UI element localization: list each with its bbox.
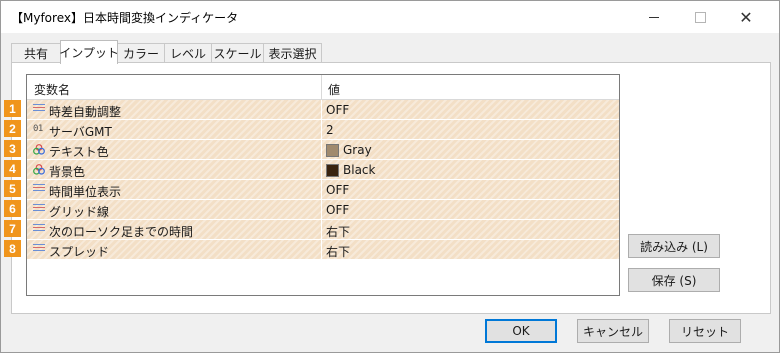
row-number-badge: 6	[4, 200, 21, 217]
lines-icon	[33, 244, 45, 255]
row-value[interactable]: Gray	[326, 143, 372, 157]
column-divider	[321, 120, 322, 139]
row-name: 時差自動調整	[49, 105, 122, 119]
row-number-badge: 7	[4, 220, 21, 237]
tab-common[interactable]: 共有	[11, 43, 61, 63]
input-row[interactable]: グリッド線 OFF	[27, 200, 619, 220]
lines-icon	[33, 224, 45, 235]
header-variable: 変数名	[34, 83, 71, 97]
column-divider	[321, 220, 322, 239]
maximize-button[interactable]	[677, 1, 723, 33]
grid-header: 変数名 値	[27, 75, 619, 100]
tab-levels[interactable]: レベル	[164, 43, 212, 63]
window-title: 【Myforex】日本時間変換インディケータ	[11, 11, 239, 25]
row-value[interactable]: 2	[326, 123, 334, 137]
number-icon: 01	[33, 124, 43, 134]
reset-button[interactable]: リセット	[669, 319, 741, 343]
row-value[interactable]: 右下	[326, 243, 350, 260]
input-row[interactable]: 01 サーバGMT 2	[27, 120, 619, 140]
tab-scale[interactable]: スケール	[211, 43, 264, 63]
column-divider	[321, 200, 322, 219]
tab-visualization[interactable]: 表示選択	[263, 43, 322, 63]
row-number-badge: 2	[4, 120, 21, 137]
row-number-badge: 4	[4, 160, 21, 177]
minimize-button[interactable]	[631, 1, 677, 33]
row-value[interactable]: Black	[326, 163, 375, 177]
row-value-text: OFF	[326, 203, 350, 217]
dialog-window: 【Myforex】日本時間変換インディケータ ✕ 共有 インプット カラー レベ…	[0, 0, 780, 353]
row-value-text: OFF	[326, 183, 350, 197]
row-value[interactable]: OFF	[326, 203, 349, 217]
input-row[interactable]: 背景色 Black	[27, 160, 619, 180]
row-value-text: 2	[326, 123, 334, 137]
column-divider	[321, 160, 322, 179]
row-value-text: 右下	[326, 225, 351, 239]
row-number-badge: 1	[4, 100, 21, 117]
close-button[interactable]: ✕	[723, 1, 769, 33]
save-button[interactable]: 保存 (S)	[628, 268, 720, 292]
cancel-button[interactable]: キャンセル	[577, 319, 649, 343]
input-row[interactable]: 時間単位表示 OFF	[27, 180, 619, 200]
minimize-icon	[649, 16, 659, 18]
tab-inputs[interactable]: インプット	[59, 40, 119, 64]
row-name: 次のローソク足までの時間	[49, 225, 194, 239]
input-row[interactable]: 次のローソク足までの時間 右下	[27, 220, 619, 240]
title-bar: 【Myforex】日本時間変換インディケータ ✕	[1, 1, 779, 33]
row-number-badge: 3	[4, 140, 21, 157]
row-value-text: OFF	[326, 103, 350, 117]
row-value-text: Gray	[343, 143, 372, 157]
header-value: 値	[328, 83, 341, 97]
load-button[interactable]: 読み込み (L)	[628, 234, 720, 258]
color-palette-icon	[33, 164, 45, 175]
color-swatch	[326, 163, 339, 177]
color-swatch	[326, 143, 339, 157]
column-divider	[321, 100, 322, 119]
ok-button[interactable]: OK	[485, 319, 557, 343]
tab-colors[interactable]: カラー	[117, 43, 165, 63]
row-number-badge: 5	[4, 180, 21, 197]
row-name: グリッド線	[49, 205, 110, 219]
color-palette-icon	[33, 144, 45, 155]
lines-icon	[33, 104, 45, 115]
row-name: スプレッド	[49, 245, 110, 259]
row-name: サーバGMT	[49, 125, 112, 139]
row-value[interactable]: OFF	[326, 183, 349, 197]
column-divider	[321, 140, 322, 159]
row-name: 時間単位表示	[49, 185, 122, 199]
input-row[interactable]: テキスト色 Gray	[27, 140, 619, 160]
row-value-text: Black	[343, 163, 376, 177]
row-number-badge: 8	[4, 240, 21, 257]
row-value-text: 右下	[326, 245, 351, 259]
header-divider	[321, 75, 322, 99]
row-value[interactable]: OFF	[326, 103, 349, 117]
row-name: テキスト色	[49, 145, 109, 159]
column-divider	[321, 180, 322, 199]
maximize-icon	[694, 11, 706, 23]
input-row[interactable]: 時差自動調整 OFF	[27, 100, 619, 120]
inputs-panel: 変数名 値 時差自動調整 OFF 01 サーバGMT 2 テキスト色 Gray 背景色 Blac…	[11, 62, 771, 314]
column-divider	[321, 240, 322, 259]
inputs-grid: 変数名 値 時差自動調整 OFF 01 サーバGMT 2 テキスト色 Gray 背景色 Blac…	[26, 74, 620, 296]
row-value[interactable]: 右下	[326, 223, 350, 240]
lines-icon	[33, 184, 45, 195]
close-icon: ✕	[739, 7, 753, 27]
row-name: 背景色	[49, 165, 86, 179]
lines-icon	[33, 204, 45, 215]
input-row[interactable]: スプレッド 右下	[27, 240, 619, 260]
